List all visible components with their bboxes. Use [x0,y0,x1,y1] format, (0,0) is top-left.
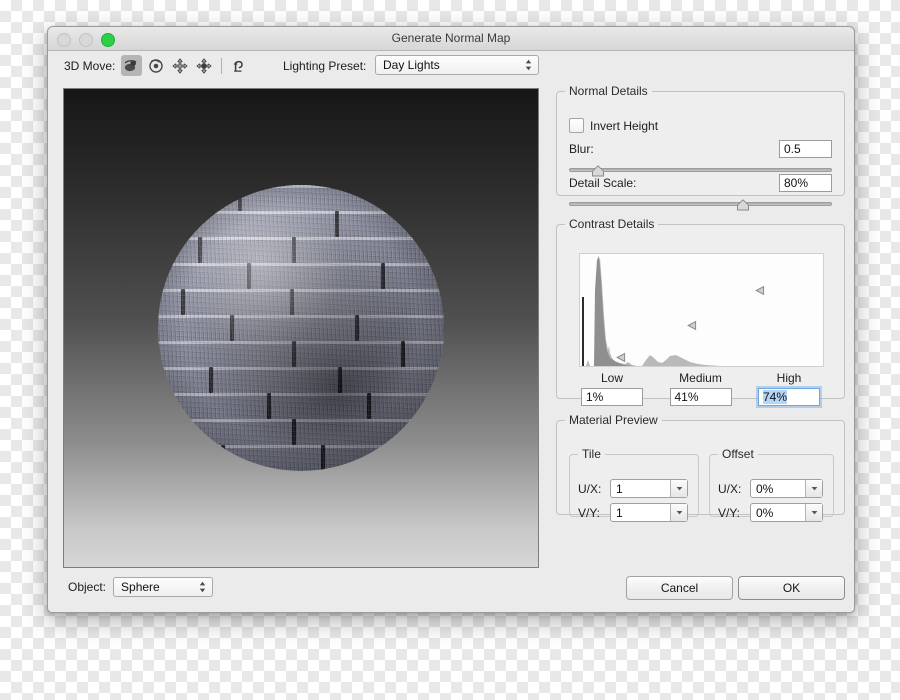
offset-group: Offset U/X: 0% V/Y: 0% [709,447,834,522]
window-title: Generate Normal Map [391,31,511,45]
high-marker[interactable] [754,285,766,296]
rotate-object-icon[interactable] [121,55,142,76]
detail-scale-slider-thumb[interactable] [736,199,749,211]
material-preview-canvas[interactable] [63,88,539,568]
tile-ux-row: U/X: 1 [578,479,688,498]
high-caption: High [776,371,802,385]
high-input[interactable]: 74% [758,388,820,406]
orbit-icon[interactable] [145,55,166,76]
low-value: 1% [586,390,604,404]
chevron-updown-icon [525,59,532,71]
move-tool-group [121,55,253,76]
low-marker[interactable] [616,352,627,363]
medium-marker[interactable] [686,320,698,331]
detail-scale-slider-track [569,202,832,206]
tile-vy-row: V/Y: 1 [578,503,688,522]
blur-label: Blur: [569,142,594,156]
pan-icon[interactable] [169,55,190,76]
detail-scale-slider[interactable] [569,198,832,211]
high-value: 74% [763,390,788,404]
tile-legend: Tile [582,447,601,461]
reset-icon[interactable] [229,55,250,76]
invert-height-checkbox[interactable] [569,118,584,133]
tile-ux-combo[interactable]: 1 [610,479,688,498]
normal-details-group: Normal Details Invert Height Blur: 0.5 D… [556,84,845,211]
medium-input[interactable]: 41% [669,388,732,406]
tile-vy-label: V/Y: [578,505,601,520]
move-mode-label: 3D Move: [64,59,116,73]
chevron-down-icon[interactable] [805,504,822,521]
invert-height-row[interactable]: Invert Height [569,118,658,133]
offset-vy-value: 0% [756,505,774,520]
contrast-level-fields: Low 1% Medium 41% High 74% [579,371,822,406]
lighting-preset-value: Day Lights [383,58,440,72]
high-level-column: High 74% [756,371,822,406]
contrast-details-group: Contrast Details Low 1% Medium 41% High … [556,217,845,406]
preview-sphere [158,185,444,471]
material-preview-legend: Material Preview [569,413,658,427]
cancel-button[interactable]: Cancel [626,576,733,600]
offset-vy-row: V/Y: 0% [718,503,823,522]
toolbar: 3D Move: Lighting Preset: Day Lights [48,51,854,83]
tile-ux-value: 1 [616,481,623,496]
histogram-low-line [582,296,584,366]
low-input[interactable]: 1% [581,388,643,406]
offset-ux-label: U/X: [718,481,742,496]
chevron-down-icon[interactable] [670,504,687,521]
object-value: Sphere [121,580,160,594]
contrast-details-legend: Contrast Details [569,217,655,231]
medium-caption: Medium [679,371,722,385]
window-titlebar[interactable]: Generate Normal Map [48,27,854,51]
chevron-updown-icon [199,581,206,593]
chevron-down-icon[interactable] [805,480,822,497]
offset-legend: Offset [722,447,754,461]
offset-ux-row: U/X: 0% [718,479,823,498]
invert-height-label: Invert Height [590,118,659,133]
object-row: Object: Sphere [68,577,214,597]
medium-level-column: Medium 41% [668,371,734,406]
offset-vy-label: V/Y: [718,505,741,520]
low-level-column: Low 1% [579,371,645,406]
blur-slider-track [569,168,832,172]
toolbar-separator [221,57,222,74]
tile-vy-value: 1 [616,505,623,520]
generate-normal-map-window: Generate Normal Map 3D Move: Lighting Pr… [47,26,855,613]
sphere-shading [158,185,444,471]
tile-vy-combo[interactable]: 1 [610,503,688,522]
histogram[interactable] [579,253,824,367]
medium-value: 41% [674,390,699,404]
blur-input[interactable]: 0.5 [779,140,832,158]
low-caption: Low [600,371,623,385]
lighting-preset-label: Lighting Preset: [283,59,367,73]
offset-ux-value: 0% [756,481,774,496]
tile-ux-label: U/X: [578,481,602,496]
material-preview-group: Material Preview Tile U/X: 1 V/Y: 1 Offs… [556,413,845,522]
object-select[interactable]: Sphere [113,577,214,597]
object-label: Object: [68,580,107,594]
chevron-down-icon[interactable] [670,480,687,497]
offset-vy-combo[interactable]: 0% [750,503,823,522]
histogram-curve [580,256,823,366]
offset-ux-combo[interactable]: 0% [750,479,823,498]
ok-button[interactable]: OK [738,576,845,600]
move-icon[interactable] [193,55,214,76]
lighting-preset-select[interactable]: Day Lights [375,55,539,75]
normal-details-legend: Normal Details [569,84,648,98]
tile-group: Tile U/X: 1 V/Y: 1 [569,447,699,522]
detail-scale-input[interactable]: 80% [779,174,832,192]
detail-scale-label: Detail Scale: [569,176,637,190]
